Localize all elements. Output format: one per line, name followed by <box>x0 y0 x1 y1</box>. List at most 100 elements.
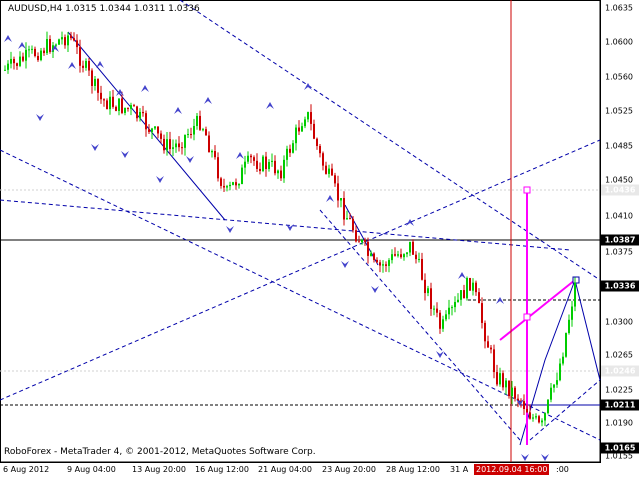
candle-body <box>238 184 240 186</box>
candle-body <box>73 38 75 41</box>
fractal-up-icon <box>204 97 212 104</box>
chart-window[interactable]: AUDUSD,H4 1.0315 1.0344 1.0311 1.0336 Ro… <box>0 0 640 480</box>
candle-body <box>310 112 312 124</box>
candle-body <box>568 319 570 334</box>
candle-body <box>292 143 294 153</box>
candle-body <box>229 184 231 187</box>
candle-body <box>10 58 12 64</box>
candle-body <box>217 157 219 179</box>
candle-body <box>196 115 198 126</box>
fractal-down-icon <box>226 226 234 233</box>
candle-body <box>115 106 117 111</box>
fractal-arrows <box>4 35 549 461</box>
candle-body <box>289 148 291 153</box>
candle-body <box>175 143 177 148</box>
forecast-marker-peak[interactable] <box>572 276 580 284</box>
candle-body <box>421 258 423 280</box>
candle-body <box>178 143 180 148</box>
candle-body <box>88 60 90 71</box>
candle-body <box>283 159 285 179</box>
candle-body <box>34 48 36 56</box>
candle-body <box>190 133 192 135</box>
candle-body <box>304 119 306 127</box>
candle-body <box>514 387 516 399</box>
candle-body <box>7 63 9 70</box>
candle-body <box>319 145 321 154</box>
candle-body <box>205 129 207 136</box>
candle-body <box>184 134 186 148</box>
candle-body <box>256 160 258 169</box>
fractal-up-icon <box>326 195 334 202</box>
candle-body <box>526 409 528 413</box>
candle-body <box>370 253 372 256</box>
candle-body <box>118 98 120 111</box>
candle-body <box>97 78 99 93</box>
candle-body <box>241 167 243 185</box>
fractal-down-icon <box>521 454 529 461</box>
candle-body <box>478 292 480 304</box>
candle-body <box>553 384 555 388</box>
price-chart[interactable] <box>0 0 640 480</box>
price-tag-current: 1.0336 <box>601 280 639 292</box>
fractal-down-icon <box>436 351 444 358</box>
candle-body <box>121 98 123 113</box>
time-label: 28 Aug 12:00 <box>386 465 440 474</box>
candle-body <box>253 157 255 161</box>
candle-body <box>346 218 348 220</box>
candle-body <box>307 112 309 120</box>
candle-body <box>271 160 273 162</box>
candle-body <box>337 183 339 201</box>
candle-body <box>109 96 111 110</box>
candle-body <box>145 113 147 130</box>
trend-lines[interactable] <box>67 31 601 446</box>
price-label: 1.0265 <box>605 350 633 360</box>
candle-body <box>388 260 390 266</box>
fractal-up-icon <box>406 219 414 226</box>
candle-body <box>70 35 72 39</box>
candle-body <box>373 253 375 260</box>
candle-body <box>139 111 141 119</box>
candle-body <box>166 139 168 151</box>
candle-body <box>154 126 156 129</box>
time-cursor-label: 2012.09.04 16:00 <box>474 464 550 475</box>
candle-body <box>325 165 327 174</box>
candle-body <box>505 380 507 388</box>
candle-body <box>385 264 387 266</box>
candle-body <box>112 96 114 107</box>
price-label: 1.0300 <box>605 317 633 327</box>
candle-body <box>439 312 441 329</box>
candle-body <box>301 126 303 132</box>
candle-body <box>223 185 225 188</box>
candle-body <box>418 258 420 260</box>
candle-body <box>397 254 399 256</box>
candle-body <box>574 282 576 307</box>
candle-body <box>454 301 456 308</box>
candle-body <box>202 129 204 131</box>
candle-body <box>394 254 396 256</box>
candle-body <box>280 170 282 179</box>
candle-body <box>67 35 69 46</box>
price-label: 1.0375 <box>605 247 633 257</box>
candle-body <box>286 148 288 160</box>
candle-body <box>58 39 60 45</box>
fractal-up-icon <box>266 102 274 109</box>
candle-body <box>469 277 471 291</box>
price-scale[interactable]: 1.0635 1.0600 1.0560 1.0525 1.0485 1.045… <box>600 0 640 462</box>
candle-body <box>430 288 432 309</box>
candle-body <box>64 37 66 46</box>
candle-body <box>427 288 429 294</box>
candle-body <box>37 55 39 61</box>
fractal-up-icon <box>236 152 244 159</box>
forecast-marker-top[interactable] <box>523 186 531 194</box>
fractal-down-icon <box>91 144 99 151</box>
candle-body <box>463 290 465 299</box>
candle-body <box>508 380 510 397</box>
candle-body <box>571 306 573 320</box>
forecast-marker-mid[interactable] <box>523 313 531 321</box>
candle-body <box>148 129 150 132</box>
price-tag-gray-upper: 1.0436 <box>601 184 639 196</box>
candle-body <box>136 106 138 119</box>
candle-body <box>259 168 261 172</box>
candle-body <box>538 416 540 423</box>
candle-body <box>457 299 459 302</box>
